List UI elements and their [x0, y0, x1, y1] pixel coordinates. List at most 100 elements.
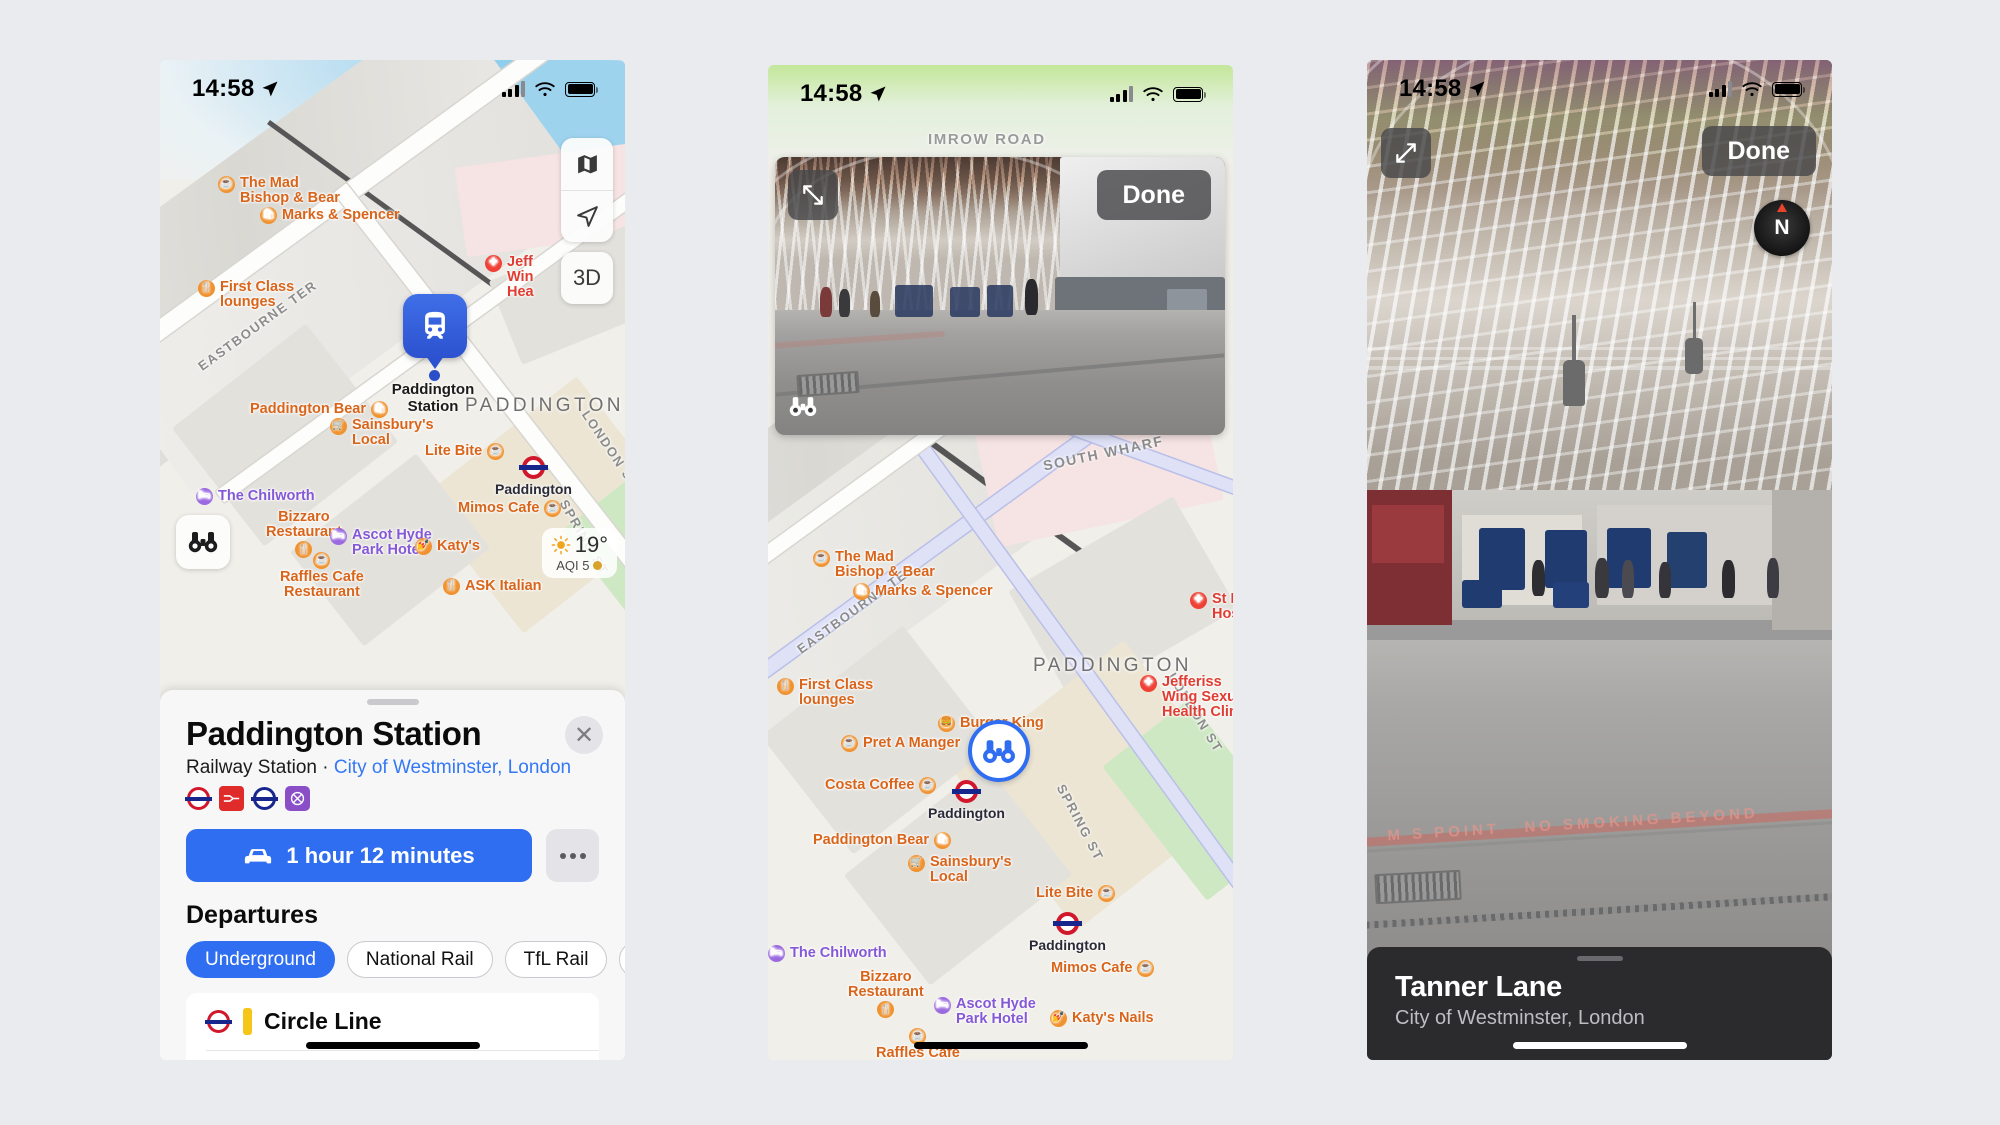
home-indicator [913, 1042, 1088, 1049]
tube-stop-marker[interactable]: Paddington [1029, 912, 1106, 953]
look-around-position-marker[interactable] [968, 720, 1030, 782]
grocery-icon: 🛒 [908, 855, 925, 872]
place-subtitle: City of Westminster, London [1395, 1007, 1645, 1029]
grocery-icon: 🛒 [330, 418, 347, 435]
poi-marker[interactable]: ☕ The Mad Bishop & Bear [813, 549, 935, 580]
poi-marker[interactable]: ☕ Costa Coffee [825, 776, 937, 794]
collapse-look-around-button[interactable] [1381, 128, 1431, 178]
restaurant-icon: 🍴 [877, 1001, 895, 1019]
shop-icon: 🛍 [934, 832, 952, 849]
line-name: Circle Line [264, 1008, 382, 1034]
hospital-icon: ✚ [1190, 592, 1207, 609]
poi-marker[interactable]: 🛒 Sainsbury's Local [330, 417, 434, 448]
expand-diagonal-icon [803, 185, 823, 205]
poi-label: Marks & Spencer [875, 582, 993, 599]
done-button[interactable]: Done [1701, 126, 1816, 176]
departure-line-card[interactable]: Circle Line Edgware Road 6, 18 min [186, 993, 599, 1060]
transit-badges [185, 786, 599, 811]
badge-london-underground [185, 786, 212, 811]
look-around-button[interactable] [176, 515, 230, 569]
poi-marker[interactable]: 🛒 Sainsbury's Local [908, 854, 1012, 885]
poi-label: Ascot Hyde Park Hotel [956, 996, 1036, 1028]
phone-1-maps-place-card: EASTBOURNE TER LONDON ST SPRING ST PADDI… [160, 60, 625, 1060]
home-indicator [305, 1042, 480, 1049]
wifi-icon [1742, 81, 1762, 96]
directions-button[interactable]: 1 hour 12 minutes [186, 829, 532, 882]
poi-marker[interactable]: 🍴 First Class lounges [777, 677, 874, 709]
poi-marker[interactable]: 💅 Katy's [415, 538, 480, 555]
map-controls-stack[interactable] [561, 138, 613, 242]
battery-icon [1772, 81, 1806, 97]
place-location-link[interactable]: City of Westminster, London [334, 757, 571, 778]
station-map-pin[interactable] [403, 294, 467, 369]
tube-stop-label: Paddington [495, 481, 572, 497]
done-button[interactable]: Done [1096, 170, 1211, 220]
poi-marker[interactable]: 🛏 The Chilworth [196, 488, 315, 505]
tube-stop-label: Paddington [1029, 937, 1106, 953]
poi-label: The Mad Bishop & Bear [240, 175, 340, 207]
shop-icon: 🛍 [260, 207, 277, 224]
beauty-icon: 💅 [1050, 1010, 1067, 1027]
weather-badge[interactable]: 19° AQI 5 [541, 528, 617, 578]
status-time: 14:58 [192, 75, 255, 102]
poi-marker[interactable]: 🛍 Marks & Spencer [260, 207, 400, 224]
poi-marker[interactable]: ☕ Mimos Cafe [1051, 960, 1155, 977]
tab-tfl-rail[interactable]: TfL Rail [504, 941, 608, 978]
poi-label: Costa Coffee [825, 776, 915, 793]
poi-marker[interactable]: 🍴 ASK Italian [443, 578, 542, 595]
poi-label: Katy's [437, 537, 480, 554]
page-title: Paddington Station [186, 715, 482, 752]
poi-marker[interactable]: ☕ Mimos Cafe [458, 500, 562, 517]
tube-stop-marker[interactable]: Paddington [928, 780, 1005, 821]
poi-marker[interactable]: ☕ Pret A Manger [841, 735, 960, 752]
poi-label: First Class lounges [799, 677, 874, 709]
poi-marker[interactable]: ☕ Lite Bite [1036, 885, 1116, 902]
poi-marker[interactable]: ✚ Jeff Win Hea [485, 254, 534, 301]
poi-marker[interactable]: 💅 Katy's Nails [1050, 1010, 1154, 1027]
poi-label: First Class lounges [220, 279, 295, 311]
badge-overground-x [285, 786, 310, 811]
poi-label: Paddington Bear [250, 400, 367, 417]
poi-marker[interactable]: 🍴 First Class lounges [198, 279, 295, 311]
hospital-icon: ✚ [485, 255, 502, 272]
tab-heathrow[interactable]: Heath [619, 941, 625, 978]
tab-underground[interactable]: Underground [186, 941, 335, 978]
close-card-button[interactable]: ✕ [565, 716, 603, 754]
poi-marker[interactable]: ✚ Jefferiss Wing Sexu Health Clin [1140, 674, 1233, 721]
tube-stop-marker[interactable]: Paddington [495, 456, 572, 497]
map-3d-toggle[interactable]: 3D [561, 252, 613, 304]
tab-national-rail[interactable]: National Rail [346, 941, 493, 978]
wifi-icon [1143, 86, 1163, 101]
poi-label: Raffles CafeRestaurant [280, 569, 364, 601]
poi-marker[interactable]: 🛏 The Chilworth [768, 945, 887, 962]
poi-marker[interactable]: 🛏 Ascot Hyde Park Hotel [934, 996, 1036, 1028]
tube-roundel-icon [952, 780, 981, 803]
poi-marker[interactable]: ☕Raffles CafeRestaurant [280, 552, 364, 600]
locate-me-button[interactable] [561, 190, 613, 242]
departure-row[interactable]: Edgware Road 6, 18 min [186, 1051, 599, 1060]
car-icon [245, 848, 272, 863]
poi-marker[interactable]: ✚ St MHos [1190, 591, 1233, 622]
poi-label: The Chilworth [790, 944, 887, 961]
poi-marker[interactable]: 🛍 Marks & Spencer [853, 583, 993, 600]
poi-marker[interactable]: Bizzaro Restaurant 🍴 [848, 969, 924, 1019]
compass-icon[interactable]: N [1754, 200, 1810, 256]
x-circle-icon [290, 791, 305, 806]
poi-label: Katy's Nails [1072, 1009, 1154, 1026]
poi-marker[interactable]: ☕ The Mad Bishop & Bear [218, 175, 340, 207]
tube-stop-label: Paddington [928, 805, 1005, 821]
expand-look-around-button[interactable] [788, 170, 838, 220]
more-options-button[interactable] [546, 829, 599, 882]
departures-heading: Departures [186, 901, 318, 929]
look-around-viewport[interactable]: M S POINT NO SMOKING BEYOND Done N Tanne… [1367, 60, 1832, 1060]
poi-marker[interactable]: ☕ Lite Bite [425, 443, 505, 460]
poi-marker[interactable]: 🛍 Paddington Bear [813, 831, 952, 849]
map-type-button[interactable] [561, 138, 613, 190]
restaurant-icon: 🍴 [777, 678, 794, 695]
look-around-preview[interactable]: Done [775, 157, 1225, 435]
map-layers-icon [577, 154, 597, 173]
status-bar-1: 14:58 [160, 60, 625, 118]
phone-3-look-around-fullscreen: M S POINT NO SMOKING BEYOND Done N Tanne… [1367, 60, 1832, 1060]
poi-label: Paddington Bear [813, 831, 930, 848]
station-map-label: Paddington Station [391, 381, 475, 415]
